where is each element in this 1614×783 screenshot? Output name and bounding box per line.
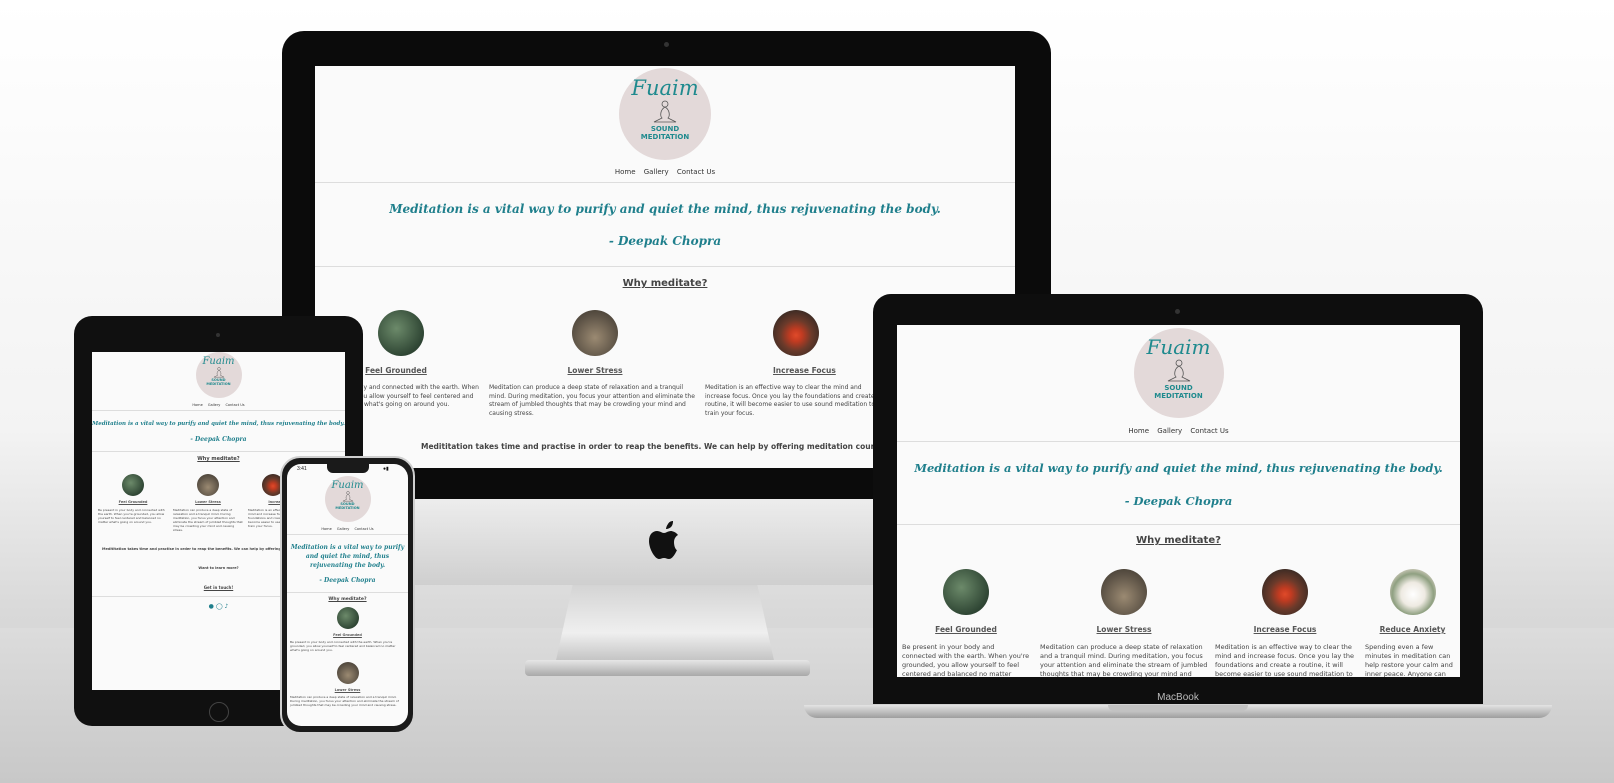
imac-stand xyxy=(555,585,775,665)
hero-author: - Deepak Chopra xyxy=(190,436,247,443)
feature-title: Lower Stress xyxy=(567,366,623,375)
nav-contact[interactable]: Contact Us xyxy=(1190,427,1228,435)
nav-gallery[interactable]: Gallery xyxy=(337,527,349,531)
nav-contact[interactable]: Contact Us xyxy=(225,403,244,407)
nav-gallery[interactable]: Gallery xyxy=(208,403,220,407)
feature-image xyxy=(197,474,219,496)
feature-text: Be present in your body and connected wi… xyxy=(902,643,1030,677)
nav-gallery[interactable]: Gallery xyxy=(1157,427,1182,435)
instagram-icon[interactable]: ◯ xyxy=(216,603,223,610)
feature-title: Feel Grounded xyxy=(935,625,997,634)
feature-text: Spending even a few minutes in meditatio… xyxy=(1365,643,1453,677)
nav-home[interactable]: Home xyxy=(321,527,331,531)
status-icons: ●▮ xyxy=(383,466,389,472)
nav-home[interactable]: Home xyxy=(1128,427,1149,435)
feature-image xyxy=(943,569,989,615)
feature-text: Meditation can produce a deep state of r… xyxy=(489,384,695,417)
feature-text: Be present in your body and connected wi… xyxy=(290,640,396,652)
meditation-figure-icon xyxy=(1167,359,1190,382)
macbook-label: MacBook xyxy=(1157,692,1199,703)
hero-quote: Meditation is a vital way to purify and … xyxy=(290,544,405,569)
feature-title: Lower Stress xyxy=(1096,625,1152,634)
feature-title: Feel Grounded xyxy=(333,633,362,637)
feature-text: Meditation can produce a deep state of r… xyxy=(290,695,399,707)
why-heading: Why meditate? xyxy=(328,597,367,602)
macbook-screen: Fuaim SOUND MEDITATION Home Gallery Cont… xyxy=(897,325,1460,677)
hero-quote: Meditation is a vital way to purify and … xyxy=(914,461,1443,475)
feature-image xyxy=(773,310,819,356)
meditation-figure-icon xyxy=(653,100,677,123)
hero-quote: Meditation is a vital way to purify and … xyxy=(389,202,941,216)
main-nav: Home Gallery Contact Us xyxy=(315,168,1015,176)
ipad-camera xyxy=(216,333,220,337)
site-logo[interactable]: Fuaim SOUND MEDITATION xyxy=(619,68,711,160)
iphone-notch xyxy=(327,464,369,473)
site-logo[interactable]: Fuaim SOUND MEDITATION xyxy=(324,476,371,522)
hero-quote: Meditation is a vital way to purify and … xyxy=(92,421,345,427)
main-nav: Home Gallery Contact Us xyxy=(287,527,408,531)
features-row: Feel Grounded Be present in your body an… xyxy=(902,569,1460,677)
imac-camera xyxy=(664,42,669,47)
nav-gallery[interactable]: Gallery xyxy=(644,168,669,176)
tiktok-icon[interactable]: ♪ xyxy=(224,603,228,610)
feature-text: Meditation can produce a deep state of r… xyxy=(1040,643,1208,677)
hero-author: - Deepak Chopra xyxy=(319,577,376,584)
feature-image xyxy=(336,662,359,684)
site-logo[interactable]: Fuaim SOUND MEDITATION xyxy=(195,352,242,398)
feature-text: Meditation is an effective way to clear … xyxy=(705,384,881,417)
feature-title: Increase Focus xyxy=(1253,625,1317,634)
main-nav: Home Gallery Contact Us xyxy=(92,403,345,407)
why-heading: Why meditate? xyxy=(1136,535,1221,546)
feature-text: Meditation is an effective way to clear … xyxy=(1215,643,1354,677)
feature-text: Be present in your body and connected wi… xyxy=(98,508,165,524)
feature-title: Lower Stress xyxy=(334,688,361,692)
feature-image xyxy=(336,607,359,629)
feature-image xyxy=(1389,569,1436,615)
feature-title: Lower Stress xyxy=(195,500,221,504)
nav-home[interactable]: Home xyxy=(192,403,202,407)
facebook-icon[interactable]: ● xyxy=(209,603,214,610)
site-logo[interactable]: Fuaim SOUND MEDITATION xyxy=(1133,328,1224,418)
macbook-notch xyxy=(1108,705,1248,711)
nav-home[interactable]: Home xyxy=(615,168,636,176)
why-heading: Why meditate? xyxy=(622,278,708,289)
imac-base xyxy=(525,660,810,676)
feature-image xyxy=(1262,569,1308,615)
iphone-screen: Fuaim SOUND MEDITATION Home Gallery Cont… xyxy=(287,464,408,726)
macbook-camera xyxy=(1175,309,1180,314)
hero-author: - Deepak Chopra xyxy=(1124,494,1233,508)
status-time: 3:41 xyxy=(297,466,307,472)
feature-title: Feel Grounded xyxy=(118,500,148,504)
feature-title: Increase Focus xyxy=(773,366,836,375)
feature-image xyxy=(378,310,424,356)
feature-title: Reduce Anxiety xyxy=(1379,625,1446,634)
feature-text: Meditation can produce a deep state of r… xyxy=(173,508,243,532)
feature-image xyxy=(572,310,618,356)
nav-contact[interactable]: Contact Us xyxy=(354,527,373,531)
ipad-home-button xyxy=(209,702,229,722)
nav-contact[interactable]: Contact Us xyxy=(677,168,715,176)
feature-image xyxy=(122,474,144,496)
hero-author: - Deepak Chopra xyxy=(608,234,722,248)
feature-image xyxy=(1101,569,1147,615)
main-nav: Home Gallery Contact Us xyxy=(897,427,1460,435)
apple-logo-icon xyxy=(649,521,678,559)
